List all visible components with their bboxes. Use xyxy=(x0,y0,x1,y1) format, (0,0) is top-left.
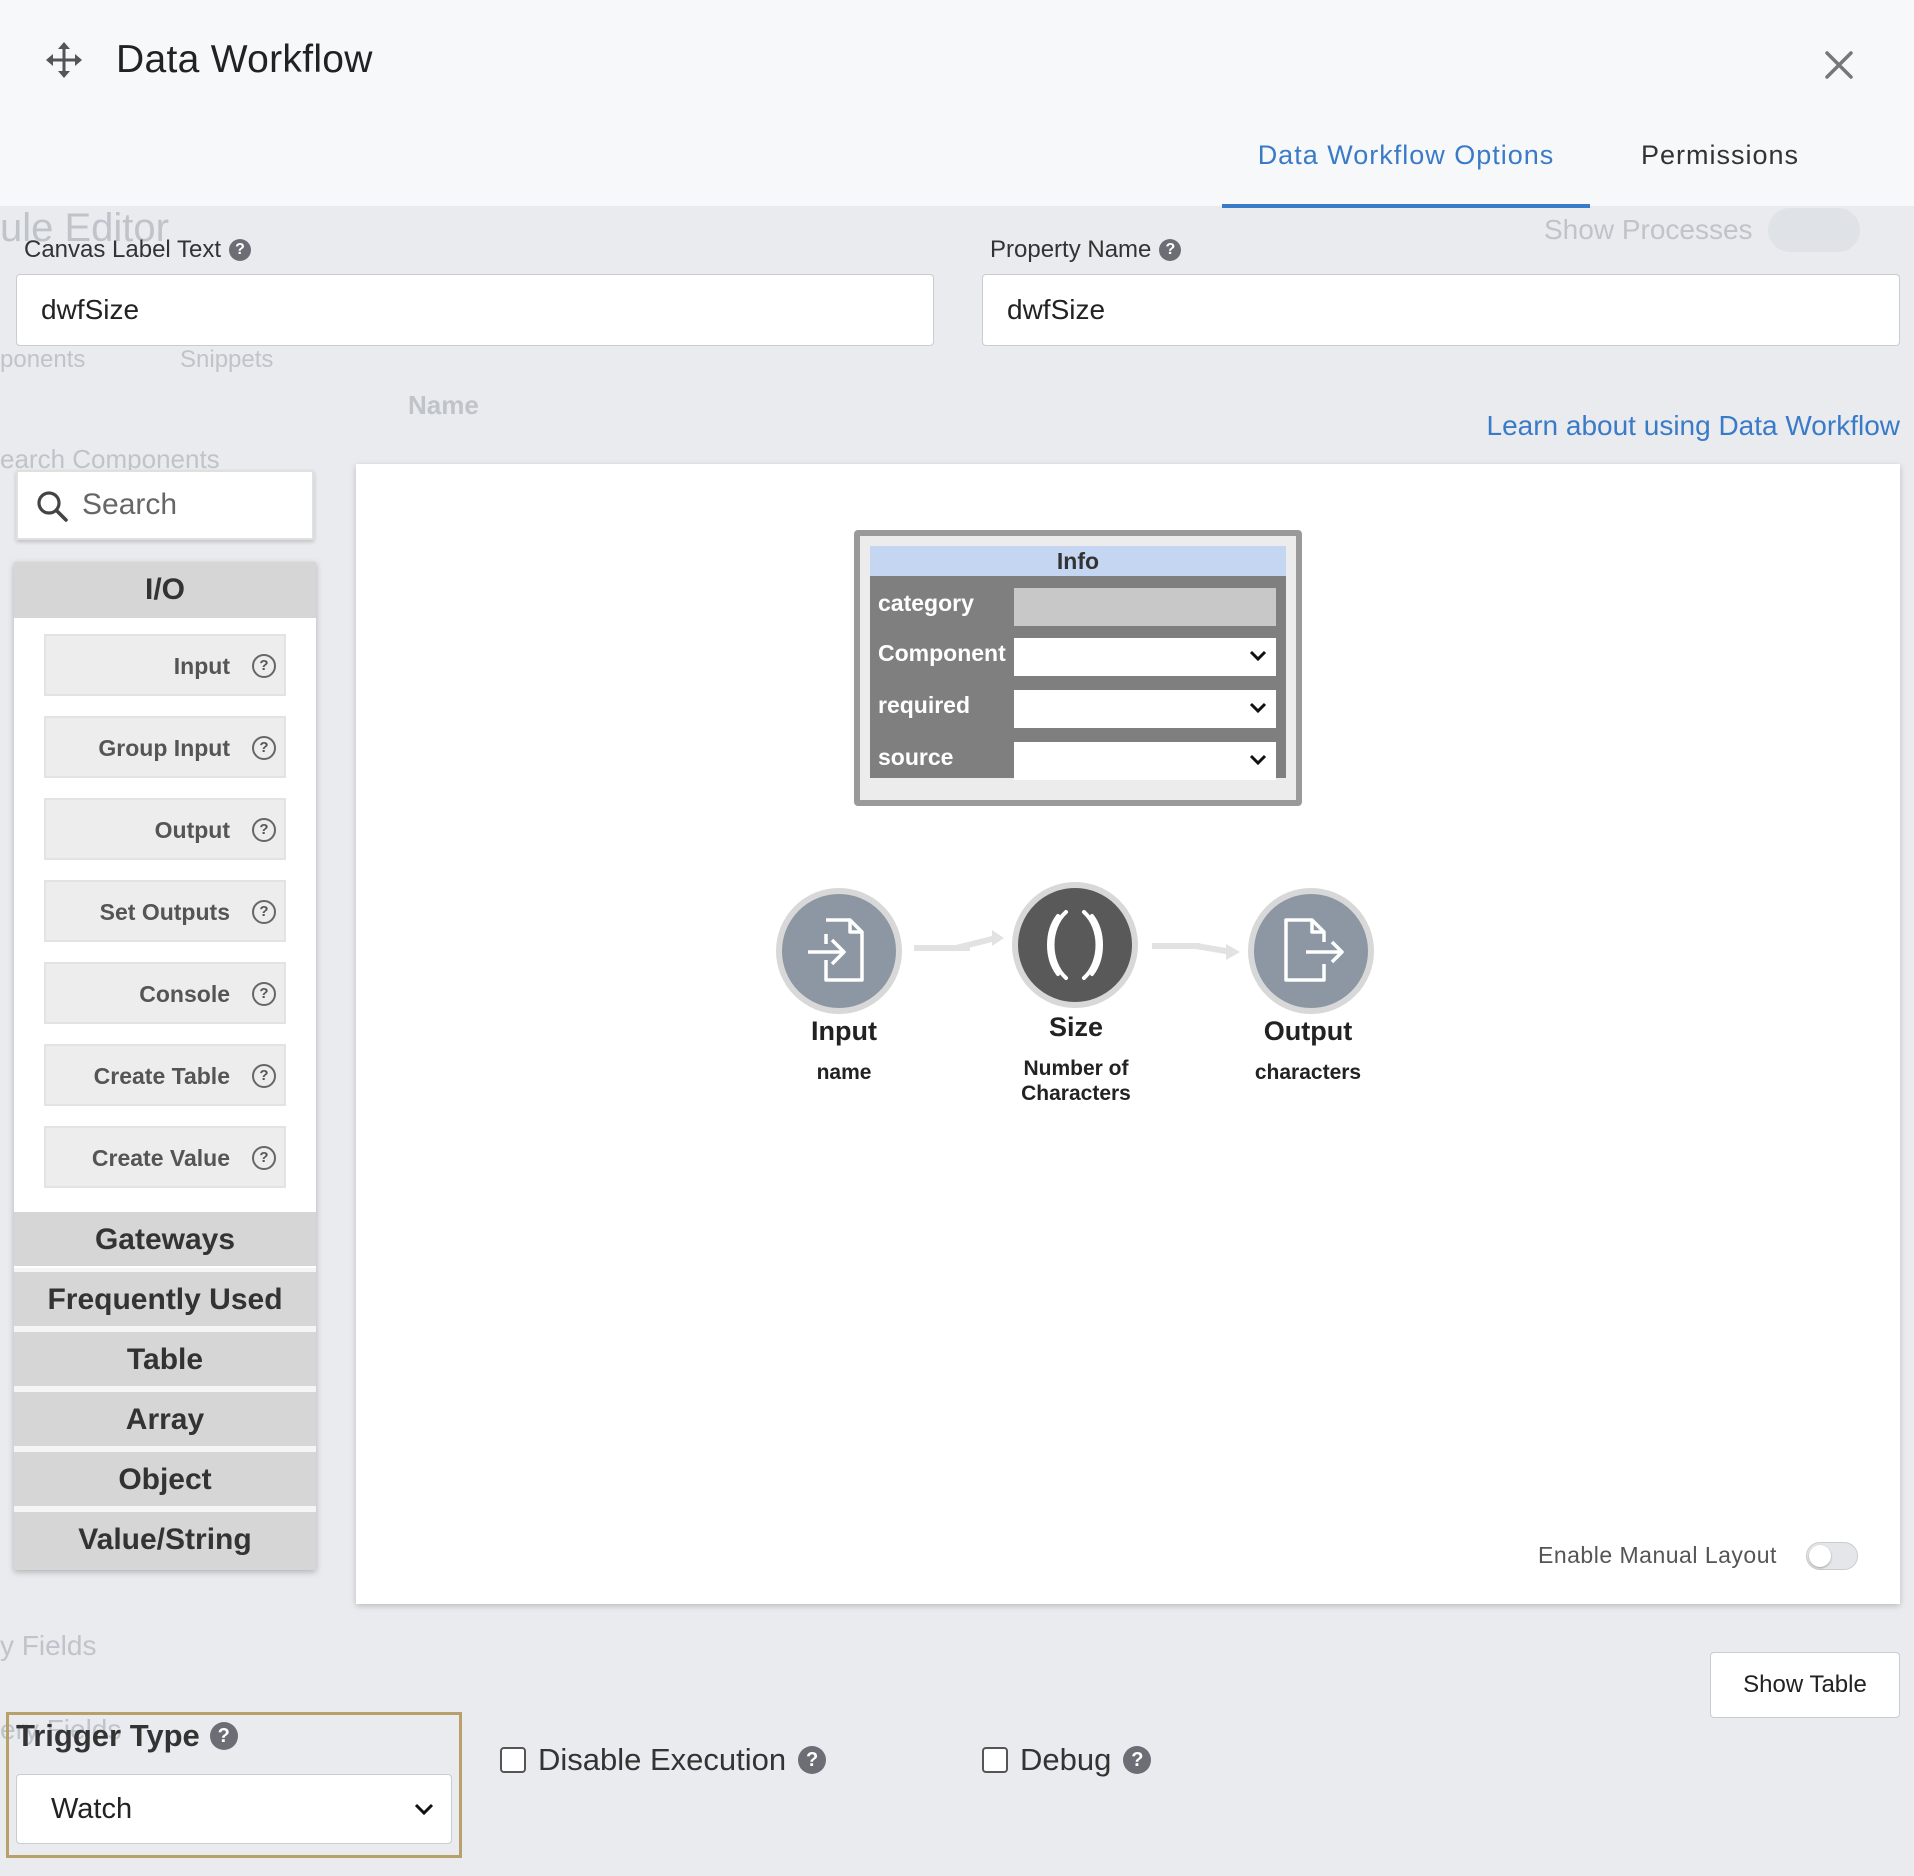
connector-input-size xyxy=(914,930,1004,951)
trigger-type-value: Watch xyxy=(51,1793,133,1825)
category-frequently-used[interactable]: Frequently Used xyxy=(14,1272,316,1326)
node-size[interactable] xyxy=(1012,882,1138,1008)
info-row-required-label: required xyxy=(878,692,971,718)
help-icon[interactable]: ? xyxy=(252,818,276,842)
debug-option: Debug ? xyxy=(982,1742,1152,1778)
info-panel: Info category Component required source xyxy=(854,530,1302,806)
node-input-title: Input xyxy=(811,1016,877,1046)
palette-item-console[interactable]: Console ? xyxy=(44,962,286,1024)
help-icon[interactable]: ? xyxy=(252,982,276,1006)
file-import-icon xyxy=(808,918,864,982)
disable-execution-option: Disable Execution ? xyxy=(500,1742,827,1778)
move-icon[interactable] xyxy=(46,42,82,78)
help-icon[interactable]: ? xyxy=(798,1746,827,1774)
component-palette: I/O Input ? Group Input ? Output ? Set O… xyxy=(14,562,316,1570)
node-input-subtitle: name xyxy=(816,1061,872,1084)
canvas-label-text-caption: Canvas Label Text xyxy=(24,236,222,263)
node-size-subtitle: Number of Characters xyxy=(1021,1057,1131,1105)
node-output[interactable] xyxy=(1248,888,1374,1014)
chevron-down-icon xyxy=(414,1803,434,1816)
enable-manual-layout-label: Enable Manual Layout xyxy=(1538,1542,1777,1568)
canvas-label-text-input[interactable]: dwfSize xyxy=(16,274,934,346)
help-icon[interactable]: ? xyxy=(252,654,276,678)
palette-item-set-outputs[interactable]: Set Outputs ? xyxy=(44,880,286,942)
file-export-icon xyxy=(1284,918,1344,982)
trigger-type-select[interactable]: Watch xyxy=(16,1774,452,1844)
bg-show-processes: Show Processes xyxy=(1544,214,1753,245)
parentheses-icon xyxy=(1047,910,1103,980)
help-icon[interactable]: ? xyxy=(229,239,252,261)
palette-item-group-input[interactable]: Group Input ? xyxy=(44,716,286,778)
tab-permissions[interactable]: Permissions xyxy=(1620,140,1820,171)
category-value-string[interactable]: Value/String xyxy=(14,1512,316,1570)
trigger-type-label: Trigger Type ? xyxy=(16,1718,238,1754)
category-gateways[interactable]: Gateways xyxy=(14,1212,316,1266)
node-output-subtitle: characters xyxy=(1254,1061,1362,1084)
debug-checkbox[interactable] xyxy=(982,1747,1008,1773)
palette-item-label: Console xyxy=(139,981,230,1007)
category-array[interactable]: Array xyxy=(14,1392,316,1446)
help-icon[interactable]: ? xyxy=(252,1064,276,1088)
help-icon[interactable]: ? xyxy=(252,1146,276,1170)
info-row-component-label: Component xyxy=(878,640,1006,666)
palette-item-label: Group Input xyxy=(98,735,230,761)
bg-snippets-tab: Snippets xyxy=(180,346,274,373)
help-icon[interactable]: ? xyxy=(1159,239,1182,261)
category-table[interactable]: Table xyxy=(14,1332,316,1386)
close-icon[interactable] xyxy=(1822,48,1856,82)
show-table-button[interactable]: Show Table xyxy=(1710,1652,1900,1718)
palette-item-label: Input xyxy=(173,653,230,679)
info-component-select[interactable] xyxy=(1014,638,1276,676)
modal-header: Data Workflow Data Workflow Options Perm… xyxy=(0,0,1914,208)
palette-item-create-value[interactable]: Create Value ? xyxy=(44,1126,286,1188)
help-icon[interactable]: ? xyxy=(252,900,276,924)
palette-item-label: Output xyxy=(154,817,230,843)
palette-item-label: Create Table xyxy=(93,1063,230,1089)
connector-size-output xyxy=(1152,943,1240,960)
info-row-source-label: source xyxy=(878,744,954,770)
info-panel-body: Info category Component required source xyxy=(870,546,1286,780)
palette-item-label: Create Value xyxy=(91,1145,230,1171)
tab-data-workflow-options[interactable]: Data Workflow Options xyxy=(1222,140,1590,208)
chevron-down-icon xyxy=(1249,702,1267,714)
property-name-input[interactable]: dwfSize xyxy=(982,274,1900,346)
info-source-select[interactable] xyxy=(1014,742,1276,780)
chevron-down-icon xyxy=(1249,754,1267,766)
enable-manual-layout-toggle[interactable] xyxy=(1806,1542,1858,1570)
search-placeholder: Search xyxy=(82,488,178,521)
disable-execution-checkbox[interactable] xyxy=(500,1747,526,1773)
category-object[interactable]: Object xyxy=(14,1452,316,1506)
io-items-list: Input ? Group Input ? Output ? Set Outpu… xyxy=(14,618,316,1268)
bg-name-header: Name xyxy=(408,390,479,420)
search-icon xyxy=(37,491,68,522)
property-name-label: Property Name ? xyxy=(990,236,1182,264)
chevron-down-icon xyxy=(1249,650,1267,662)
info-row-category-label: category xyxy=(878,590,974,616)
palette-item-label: Set Outputs xyxy=(99,899,230,925)
disable-execution-label: Disable Execution xyxy=(538,1742,787,1777)
trigger-type-caption: Trigger Type xyxy=(16,1718,200,1753)
help-icon[interactable]: ? xyxy=(252,736,276,760)
bg-components-tab: ponents xyxy=(0,346,86,373)
modal-title: Data Workflow xyxy=(116,38,373,81)
learn-data-workflow-link[interactable]: Learn about using Data Workflow xyxy=(1400,410,1901,442)
help-icon[interactable]: ? xyxy=(209,1722,238,1750)
category-io[interactable]: I/O xyxy=(14,562,316,618)
info-panel-title: Info xyxy=(870,546,1286,576)
info-required-select[interactable] xyxy=(1014,690,1276,728)
search-input[interactable]: Search xyxy=(16,470,314,540)
palette-item-output[interactable]: Output ? xyxy=(44,798,286,860)
palette-item-input[interactable]: Input ? xyxy=(44,634,286,696)
info-category-field xyxy=(1014,588,1276,626)
property-name-caption: Property Name xyxy=(990,236,1152,263)
node-size-title: Size xyxy=(1048,1012,1104,1042)
bg-fields-1: y Fields xyxy=(0,1630,97,1661)
debug-label: Debug xyxy=(1020,1742,1112,1777)
node-output-title: Output xyxy=(1263,1016,1353,1046)
bg-show-processes-toggle xyxy=(1768,208,1860,252)
palette-item-create-table[interactable]: Create Table ? xyxy=(44,1044,286,1106)
canvas-label-text-label: Canvas Label Text ? xyxy=(24,236,252,264)
help-icon[interactable]: ? xyxy=(1123,1746,1152,1774)
node-input[interactable] xyxy=(776,888,902,1014)
